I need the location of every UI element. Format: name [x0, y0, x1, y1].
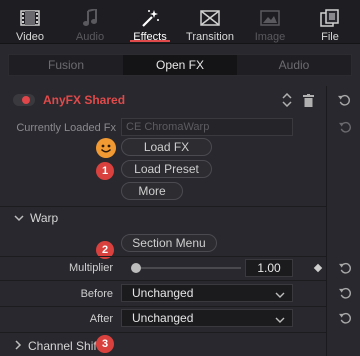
fx-header: AnyFX Shared: [0, 88, 360, 112]
tab-label: Audio: [75, 31, 105, 43]
step-badge-3: 3: [96, 335, 114, 353]
section-menu-button[interactable]: Section Menu: [121, 234, 217, 252]
more-button[interactable]: More: [121, 182, 183, 200]
smiley-icon: [96, 138, 116, 158]
multiplier-slider-track[interactable]: [133, 267, 241, 269]
tab-label: Transition: [186, 31, 234, 43]
reset-icon[interactable]: [338, 261, 352, 275]
tab-transition[interactable]: Transition: [180, 0, 240, 43]
load-preset-button[interactable]: Load Preset: [121, 160, 212, 178]
multiplier-slider-knob[interactable]: [131, 263, 141, 273]
reset-icon[interactable]: [338, 286, 352, 300]
reset-icon[interactable]: [338, 311, 352, 325]
before-dropdown-value: Unchanged: [132, 286, 194, 300]
effects-subtabs: Fusion Open FX Audio: [8, 54, 352, 76]
tab-effects[interactable]: Effects: [120, 0, 180, 43]
divider: [0, 306, 326, 307]
panel-divider: [326, 86, 327, 356]
channel-shift-section-header[interactable]: Channel Shift: [0, 335, 326, 356]
currently-loaded-label: Currently Loaded Fx: [16, 122, 116, 134]
tab-label: Effects: [133, 31, 167, 43]
step-badge-1: 1: [96, 162, 114, 180]
divider: [0, 280, 326, 281]
warp-section-title: Warp: [30, 211, 59, 225]
before-dropdown[interactable]: Unchanged: [121, 284, 293, 302]
chevron-down-icon: [275, 313, 285, 327]
chevron-right-icon: [14, 339, 22, 353]
fx-title: AnyFX Shared: [43, 93, 126, 107]
tab-label: Video: [16, 31, 44, 43]
reset-icon[interactable]: [337, 92, 351, 108]
tab-file[interactable]: File: [300, 0, 360, 43]
image-icon: [259, 8, 281, 28]
subtab-open-fx[interactable]: Open FX: [123, 55, 237, 75]
tab-label: File: [321, 31, 339, 43]
trash-icon[interactable]: [302, 92, 314, 108]
tab-video[interactable]: Video: [0, 0, 60, 43]
after-dropdown-value: Unchanged: [132, 311, 194, 325]
filmstrip-icon: [19, 8, 41, 28]
magic-wand-icon: [139, 8, 161, 28]
file-icon: [319, 8, 341, 28]
subtab-fusion[interactable]: Fusion: [9, 55, 123, 75]
currently-loaded-field: CE ChromaWarp: [121, 118, 293, 136]
divider: [0, 256, 326, 257]
after-dropdown[interactable]: Unchanged: [121, 309, 293, 327]
multiplier-label: Multiplier: [68, 262, 113, 274]
tab-audio[interactable]: Audio: [60, 0, 120, 43]
load-fx-button[interactable]: Load FX: [121, 138, 212, 156]
multiplier-value-field[interactable]: 1.00: [245, 259, 293, 277]
reset-icon[interactable]: [338, 120, 352, 134]
reorder-icon[interactable]: [281, 92, 293, 108]
chevron-down-icon: [14, 211, 24, 225]
tab-image[interactable]: Image: [240, 0, 300, 43]
divider: [0, 332, 326, 333]
after-label: After: [89, 313, 113, 325]
keyframe-icon[interactable]: [313, 263, 323, 273]
tab-label: Image: [254, 31, 286, 43]
inspector-tabs: Video Audio Effects Transition Image Fil…: [0, 0, 360, 44]
subtab-audio[interactable]: Audio: [237, 55, 351, 75]
music-note-icon: [79, 8, 101, 28]
transition-icon: [199, 8, 221, 28]
chevron-down-icon: [275, 288, 285, 302]
toggle-knob: [22, 96, 30, 104]
fx-enable-toggle[interactable]: [13, 94, 35, 106]
warp-section-header[interactable]: Warp: [0, 207, 326, 229]
before-label: Before: [80, 288, 113, 300]
